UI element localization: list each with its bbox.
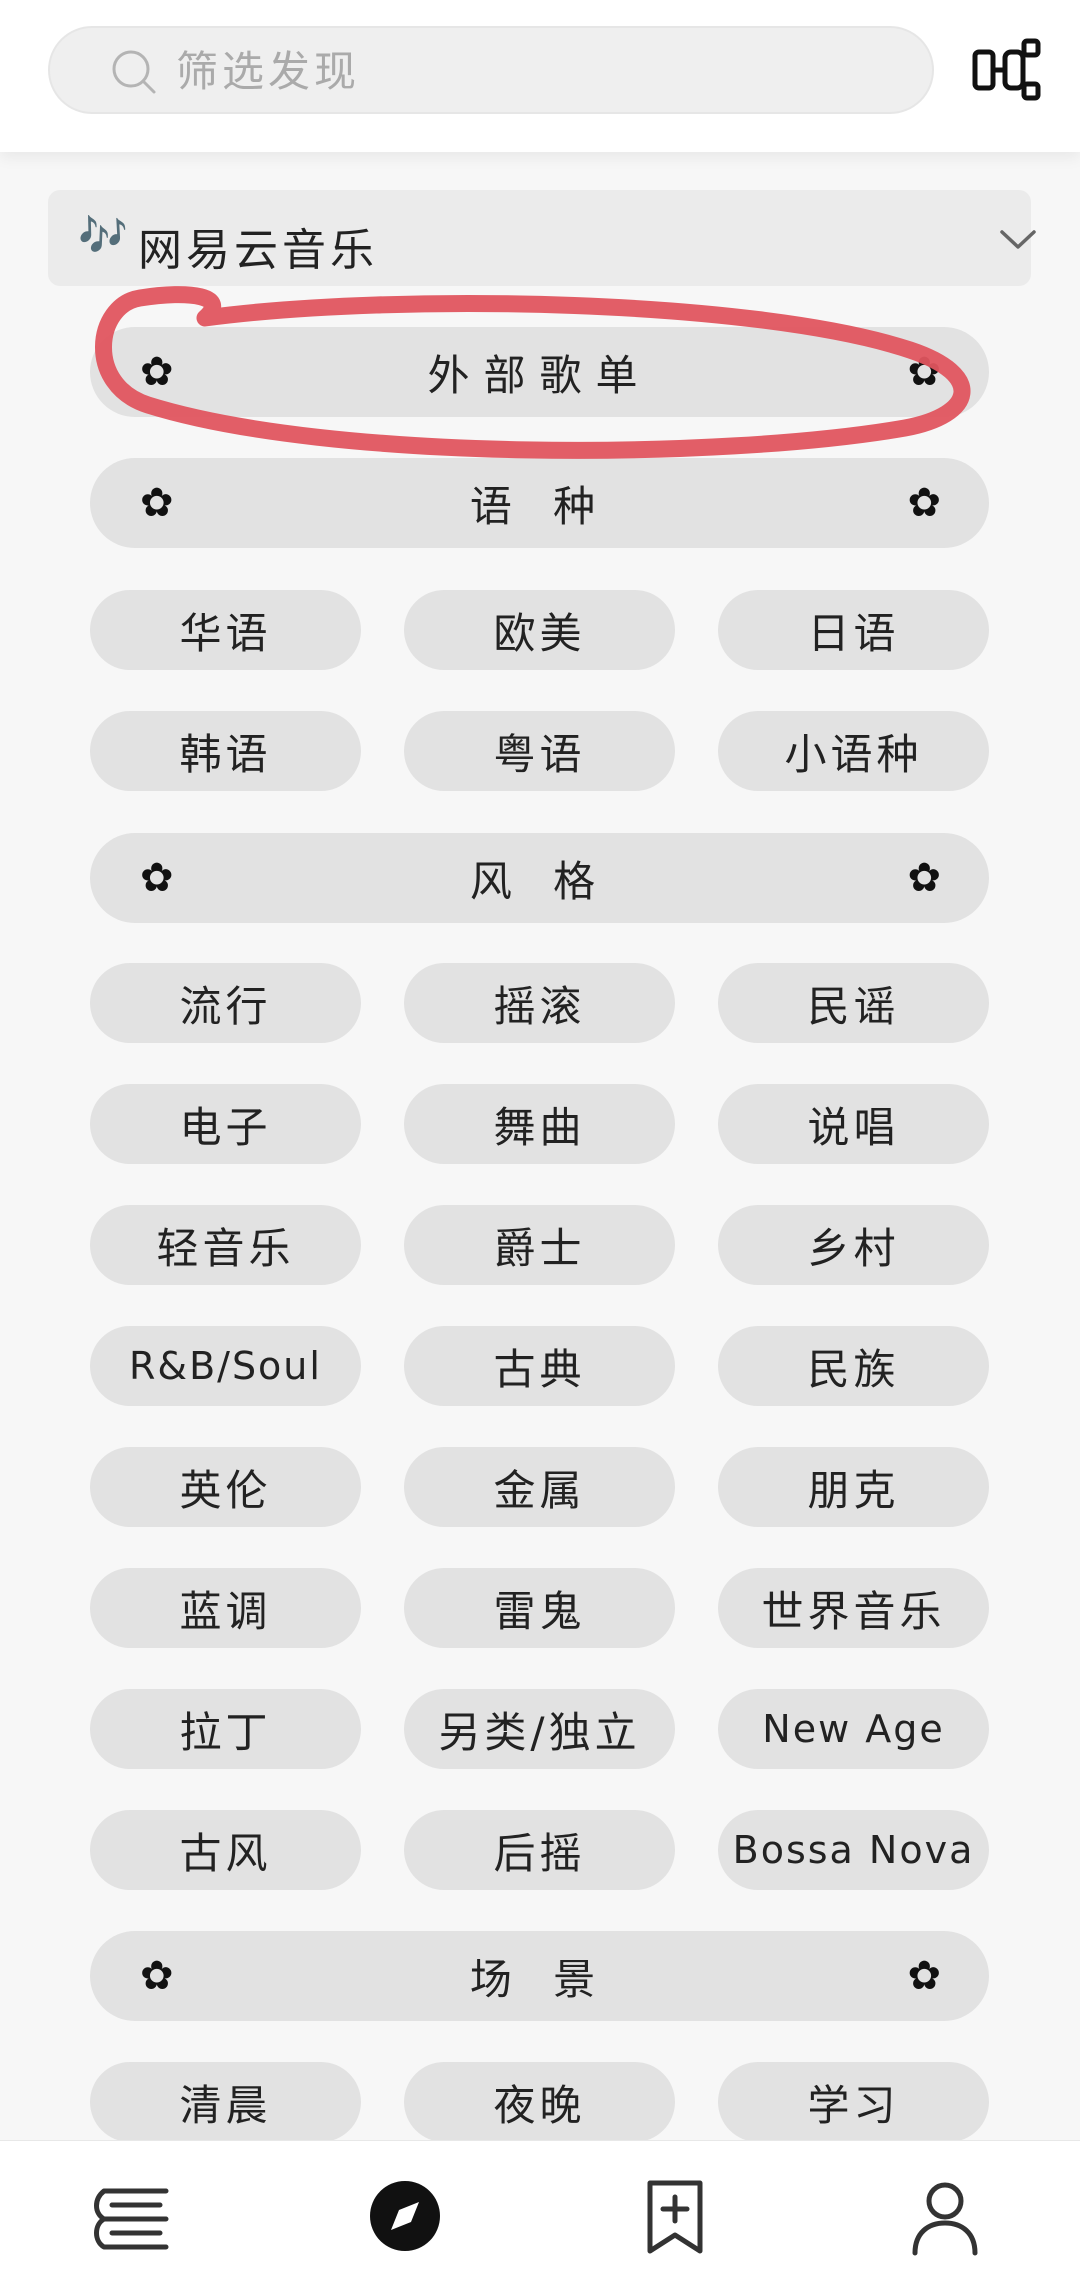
music-notes-icon: 🎶: [78, 213, 128, 259]
flower-icon: ✿: [907, 349, 941, 395]
category-label: New Age: [762, 1707, 945, 1751]
category-button[interactable]: New Age: [718, 1689, 989, 1769]
bookmark-add-icon[interactable]: [630, 2171, 720, 2261]
category-button[interactable]: 清晨: [90, 2062, 361, 2142]
search-bar[interactable]: [48, 26, 934, 114]
flower-icon: ✿: [140, 1953, 174, 1999]
category-button[interactable]: 夜晚: [404, 2062, 675, 2142]
category-button[interactable]: 英伦: [90, 1447, 361, 1527]
section-header-scene: ✿ 场 景 ✿: [90, 1931, 989, 2021]
category-button[interactable]: 拉丁: [90, 1689, 361, 1769]
category-button[interactable]: 朋克: [718, 1447, 989, 1527]
category-button[interactable]: 民谣: [718, 963, 989, 1043]
category-button[interactable]: 电子: [90, 1084, 361, 1164]
top-bar: [0, 0, 1080, 152]
category-button[interactable]: 韩语: [90, 711, 361, 791]
bottom-navigation: [0, 2140, 1080, 2292]
source-label: 网易云音乐: [138, 225, 378, 276]
category-button[interactable]: Bossa Nova: [718, 1810, 989, 1890]
section-title: 语 种: [469, 481, 610, 531]
category-label: R&B/Soul: [129, 1344, 322, 1388]
external-playlist-button[interactable]: ✿ 外部歌单 ✿: [90, 327, 989, 417]
category-button[interactable]: 雷鬼: [404, 1568, 675, 1648]
search-input[interactable]: [174, 38, 878, 104]
category-button[interactable]: 舞曲: [404, 1084, 675, 1164]
category-button[interactable]: 欧美: [404, 590, 675, 670]
category-button[interactable]: 说唱: [718, 1084, 989, 1164]
flower-icon: ✿: [907, 855, 941, 901]
scan-icon[interactable]: [972, 38, 1042, 102]
category-button[interactable]: 流行: [90, 963, 361, 1043]
category-button[interactable]: 日语: [718, 590, 989, 670]
flower-icon: ✿: [140, 480, 174, 526]
flower-icon: ✿: [907, 480, 941, 526]
category-button[interactable]: 世界音乐: [718, 1568, 989, 1648]
section-header-language: ✿ 语 种 ✿: [90, 458, 989, 548]
category-button[interactable]: 古风: [90, 1810, 361, 1890]
compass-icon[interactable]: [360, 2171, 450, 2261]
category-button[interactable]: 另类/独立: [404, 1689, 675, 1769]
category-button[interactable]: 金属: [404, 1447, 675, 1527]
category-button[interactable]: R&B/Soul: [90, 1326, 361, 1406]
category-button[interactable]: 后摇: [404, 1810, 675, 1890]
category-button[interactable]: 华语: [90, 590, 361, 670]
chevron-down-icon: [1000, 230, 1036, 249]
flower-icon: ✿: [140, 349, 174, 395]
category-button[interactable]: 民族: [718, 1326, 989, 1406]
search-icon: [112, 50, 156, 94]
category-button[interactable]: 乡村: [718, 1205, 989, 1285]
category-button[interactable]: 古典: [404, 1326, 675, 1406]
profile-icon[interactable]: [900, 2171, 990, 2261]
section-title: 场 景: [469, 1954, 610, 2004]
category-button[interactable]: 轻音乐: [90, 1205, 361, 1285]
category-button[interactable]: 摇滚: [404, 963, 675, 1043]
section-header-style: ✿ 风 格 ✿: [90, 833, 989, 923]
source-dropdown[interactable]: 🎶 网易云音乐: [48, 190, 1036, 286]
category-label: Bossa Nova: [732, 1828, 975, 1872]
category-button[interactable]: 学习: [718, 2062, 989, 2142]
flower-icon: ✿: [907, 1953, 941, 1999]
library-icon[interactable]: [90, 2171, 180, 2261]
category-button[interactable]: 小语种: [718, 711, 989, 791]
section-title: 风 格: [469, 856, 610, 906]
category-button[interactable]: 蓝调: [90, 1568, 361, 1648]
category-button[interactable]: 粤语: [404, 711, 675, 791]
category-button[interactable]: 爵士: [404, 1205, 675, 1285]
external-playlist-label: 外部歌单: [427, 350, 652, 400]
flower-icon: ✿: [140, 855, 174, 901]
